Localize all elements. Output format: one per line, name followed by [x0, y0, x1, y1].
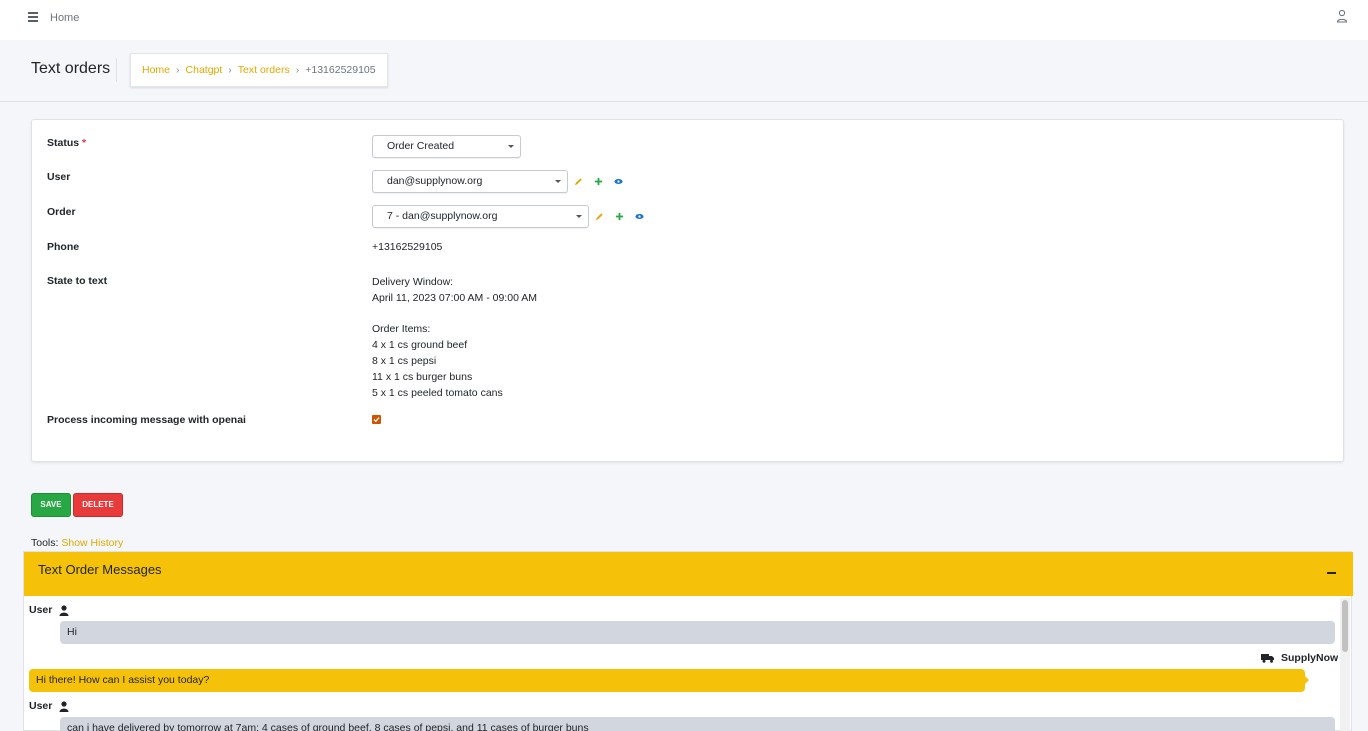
nav-home-link[interactable]: Home [50, 12, 79, 24]
view-eye-icon[interactable] [614, 177, 623, 186]
breadcrumb-chatgpt[interactable]: Chatgpt [186, 64, 223, 76]
message-bubble-user: can i have delivered by tomorrow at 7am:… [60, 717, 1335, 731]
edit-pencil-icon[interactable] [574, 177, 583, 186]
user-select-value: dan@supplynow.org [387, 175, 483, 187]
page-title: Text orders [31, 60, 111, 77]
state-to-text-value: Delivery Window: April 11, 2023 07:00 AM… [372, 276, 537, 399]
edit-pencil-icon[interactable] [595, 212, 604, 221]
chevron-down-icon [576, 215, 582, 218]
phone-value: +13162529105 [372, 241, 443, 253]
view-eye-icon[interactable] [635, 212, 644, 221]
text-order-messages-panel: Text Order Messages User Hi SupplyNow Hi… [23, 551, 1353, 731]
breadcrumb-separator: › [228, 64, 232, 76]
status-select-value: Order Created [387, 140, 455, 152]
breadcrumb-separator: › [176, 64, 180, 76]
message-sender-bot: SupplyNow [1261, 652, 1338, 664]
order-label: Order [47, 206, 76, 218]
user-icon [59, 700, 69, 712]
panel-title: Text Order Messages [38, 562, 162, 577]
breadcrumb-home[interactable]: Home [142, 64, 170, 76]
user-label: User [47, 171, 71, 183]
save-button[interactable]: SAVE [31, 493, 71, 517]
text-order-form: Status * Order Created User dan@supplyno… [31, 119, 1344, 462]
order-select-value: 7 - dan@supplynow.org [387, 210, 498, 222]
top-navbar: Home [0, 0, 1368, 40]
add-plus-icon[interactable] [615, 212, 624, 221]
scrollbar-thumb[interactable] [1342, 600, 1348, 652]
tools-label: Tools: [31, 537, 59, 549]
chevron-down-icon [508, 145, 514, 148]
breadcrumb-text-orders[interactable]: Text orders [238, 64, 290, 76]
status-select[interactable]: Order Created [372, 135, 521, 158]
order-actions [595, 212, 655, 221]
message-bubble-bot: Hi there! How can I assist you today? [29, 669, 1309, 692]
message-sender-user: User [29, 700, 69, 712]
user-select[interactable]: dan@supplynow.org [372, 170, 568, 193]
user-actions [574, 177, 634, 186]
delivery-truck-icon [1261, 654, 1274, 663]
tools-bar: Tools: Show History [31, 537, 123, 549]
required-marker: * [82, 137, 87, 149]
messages-list: User Hi SupplyNow Hi there! How can I as… [24, 596, 1353, 731]
user-account-icon[interactable] [1336, 9, 1348, 23]
phone-label: Phone [47, 241, 80, 253]
order-select[interactable]: 7 - dan@supplynow.org [372, 205, 589, 228]
panel-header: Text Order Messages [24, 552, 1353, 596]
add-plus-icon[interactable] [594, 177, 603, 186]
chevron-down-icon [555, 180, 561, 183]
show-history-link[interactable]: Show History [61, 537, 123, 549]
state-to-text-label: State to text [47, 275, 108, 287]
message-sender-user: User [29, 604, 69, 616]
delete-button[interactable]: DELETE [73, 493, 123, 517]
header-divider [116, 58, 117, 82]
breadcrumb-separator: › [295, 64, 300, 76]
page-header: Text orders Home › Chatgpt › Text orders… [0, 40, 1368, 102]
breadcrumb: Home › Chatgpt › Text orders › +13162529… [130, 53, 388, 87]
breadcrumb-current: +13162529105 [305, 64, 376, 76]
hamburger-menu-icon[interactable] [28, 12, 39, 22]
user-icon [59, 604, 69, 616]
message-bubble-user: Hi [60, 621, 1335, 644]
messages-scrollbar[interactable] [1340, 598, 1350, 731]
collapse-minus-icon[interactable] [1327, 572, 1336, 574]
process-openai-checkbox[interactable] [372, 415, 381, 424]
process-openai-label: Process incoming message with openai [47, 414, 246, 426]
status-label: Status * [47, 137, 87, 149]
checkmark-icon [373, 417, 380, 423]
